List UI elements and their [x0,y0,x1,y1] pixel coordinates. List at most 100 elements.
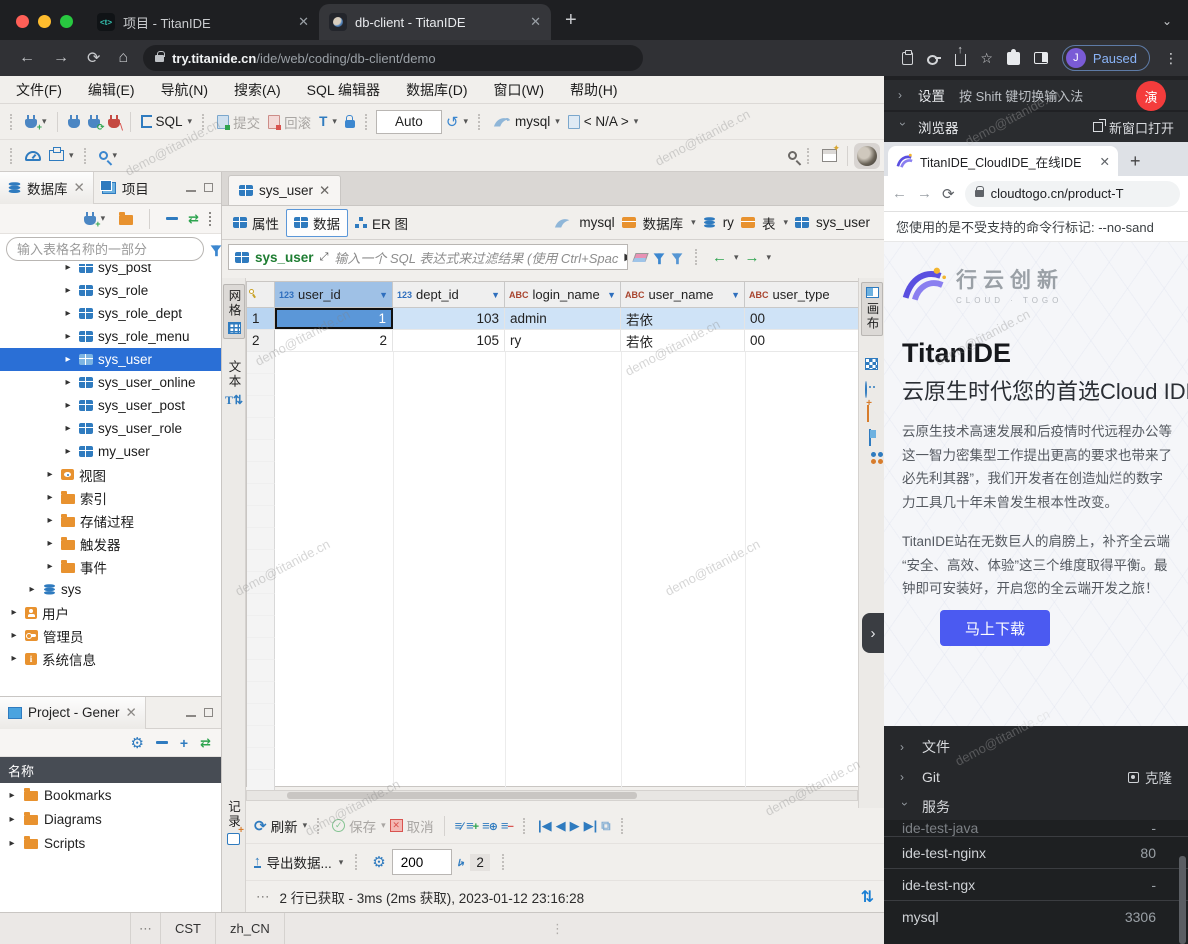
close-icon[interactable]: ✕ [1100,154,1110,169]
commit-mode-select[interactable]: Auto [376,110,442,134]
gear-icon[interactable]: ⚙ [130,734,143,752]
menu-edit[interactable]: 编辑(E) [88,80,135,100]
service-row[interactable]: mysql 3306 [884,900,1188,932]
custom-filter-funnel-icon[interactable] [672,253,683,260]
context-table-name[interactable]: sys_user [816,215,870,230]
sql-editor-button[interactable]: SQL▾ [137,109,197,135]
expand-panel-chevron[interactable]: › [862,613,884,653]
git-section-row[interactable]: › Git 克隆 [884,762,1188,792]
tree-item-sys-role-menu[interactable]: ▸sys_role_menu [0,325,221,348]
tree-item-events[interactable]: ▸事件 [0,555,221,578]
tab-projects[interactable]: 项目 [94,172,157,204]
column-header-user-name[interactable]: ABC user_name ▼ [621,282,745,307]
tab-database-navigator[interactable]: 数据库 ✕ [0,172,94,204]
cell-user-type[interactable]: 00 [745,330,855,351]
assist-browser-tab[interactable]: TitanIDE_CloudIDE_在线IDE ✕ [888,146,1118,176]
export-data-button[interactable]: 导出数据... [267,852,332,872]
fetch-settings-gear-icon[interactable]: ⚙ [372,853,385,871]
expand-all-icon[interactable]: + [180,735,188,751]
save-filter-funnel-icon[interactable] [654,253,665,260]
collapse-all-icon[interactable] [166,217,178,220]
clear-filter-eraser-icon[interactable] [632,253,648,262]
files-section-row[interactable]: › 文件 [884,732,1188,762]
add-row-icon[interactable]: ≡+ [466,818,478,833]
nav-forward-arrow-icon[interactable]: → [745,249,760,266]
cell-user-name[interactable]: 若依 [621,308,745,329]
tree-item-triggers[interactable]: ▸触发器 [0,532,221,555]
transaction-lock-button[interactable] [341,109,359,135]
save-button[interactable]: 保存 [349,816,376,836]
link-with-editor-icon[interactable]: ⇄ [200,735,211,751]
perspective-button[interactable] [818,143,841,169]
panel-tab-text[interactable]: 文本 T⇅ [223,356,245,412]
column-header-user-id[interactable]: 123 user_id ▼ [275,282,393,307]
row-number[interactable]: 2 [247,330,275,351]
fetch-size-input[interactable] [392,849,452,875]
tree-item-system-info[interactable]: ▸i系统信息 [0,647,221,670]
project-item-scripts[interactable]: ▸Scripts [0,831,221,855]
transaction-mode-button[interactable]: T▾ [315,109,341,135]
download-now-button[interactable]: 马上下载 [940,610,1050,646]
ime-indicator-badge[interactable]: 演 [1136,81,1166,111]
close-icon[interactable]: ✕ [319,183,330,199]
maximize-view-icon[interactable] [204,183,213,192]
browser-menu-icon[interactable]: ⋮ [1164,50,1178,67]
cell-user-id[interactable]: 2 [275,330,393,351]
products-button[interactable]: ▾ [45,143,78,169]
rollback-button[interactable]: 回滚 [264,109,315,135]
expand-filter-icon[interactable]: ⤢ [320,251,329,264]
minimize-window-button[interactable] [38,15,51,28]
forward-icon[interactable]: → [917,185,932,202]
tree-item-sys-user-online[interactable]: ▸sys_user_online [0,371,221,394]
browser-tab-project[interactable]: <t> 项目 - TitanIDE ✕ [87,4,319,40]
sort-icon[interactable]: ▼ [379,290,388,300]
tree-item-sys-schema[interactable]: ▸sys [0,578,221,601]
menu-sql-editor[interactable]: SQL 编辑器 [307,80,380,100]
browser-section-row[interactable]: › 浏览器 新窗口打开 [884,112,1188,142]
sql-filter-input[interactable]: sys_user ⤢ 输入一个 SQL 表达式来过滤结果 (使用 Ctrl+Sp… [228,244,628,270]
grid-row-2[interactable]: 2 2 105 ry 若依 00 [247,330,858,352]
view-menu-icon[interactable] [209,212,213,226]
statusbar-more-icon[interactable]: ⋯ [130,913,161,944]
service-row[interactable]: ide-test-ngx - [884,868,1188,900]
view-er-diagram-button[interactable]: ER 图 [348,209,415,237]
new-connection-button[interactable]: +▾ [21,109,51,135]
table-filter-input[interactable] [6,237,204,261]
minimize-view-icon[interactable] [186,714,196,717]
prev-row-icon[interactable]: ◀ [556,818,566,834]
grid-row-1[interactable]: 1 1 103 admin 若依 00 [247,308,858,330]
panel-tab-canvas[interactable]: 画布 [861,282,883,336]
menu-help[interactable]: 帮助(H) [570,80,617,100]
back-icon[interactable]: ← [19,49,35,67]
close-icon[interactable]: ✕ [126,705,137,721]
share-icon[interactable] [955,54,966,66]
sort-icon[interactable]: ▼ [731,290,740,300]
commit-button[interactable]: 提交 [213,109,264,135]
refresh-button[interactable]: 刷新 [271,816,298,836]
close-tab-icon[interactable]: ✕ [530,14,541,30]
tree-item-procedures[interactable]: ▸存储过程 [0,509,221,532]
menu-search[interactable]: 搜索(A) [234,80,281,100]
first-row-icon[interactable]: |◀ [538,818,552,834]
context-connection[interactable]: mysql [579,215,614,230]
quick-search-button[interactable] [784,143,801,169]
metadata-panel-icon[interactable] [867,405,869,422]
services-section-row[interactable]: › 服务 [884,792,1188,822]
value-viewer-icon[interactable] [865,358,878,370]
status-more-icon[interactable]: ⋯ [256,889,270,905]
tab-project-general[interactable]: Project - Gener ✕ [0,697,146,729]
maximize-view-icon[interactable] [204,708,213,717]
project-item-bookmarks[interactable]: ▸Bookmarks [0,783,221,807]
next-row-icon[interactable]: ▶ [570,818,580,834]
edit-row-icon[interactable]: ≡∕ [455,818,462,833]
assist-url-omnibox[interactable]: cloudtogo.cn/product-T [965,181,1180,207]
active-schema-select[interactable]: < N/A >▾ [564,109,643,135]
bookmark-star-icon[interactable]: ☆ [980,50,993,67]
tree-item-administer[interactable]: ▸管理员 [0,624,221,647]
tree-item-indexes[interactable]: ▸索引 [0,486,221,509]
context-database-select[interactable]: 数据库 [643,213,684,233]
nav-back-arrow-icon[interactable]: ← [712,249,727,266]
open-new-window-button[interactable]: 新窗口打开 [1093,118,1174,137]
git-clone-button[interactable]: 克隆 [1128,767,1172,787]
tree-item-sys-user-role[interactable]: ▸sys_user_role [0,417,221,440]
